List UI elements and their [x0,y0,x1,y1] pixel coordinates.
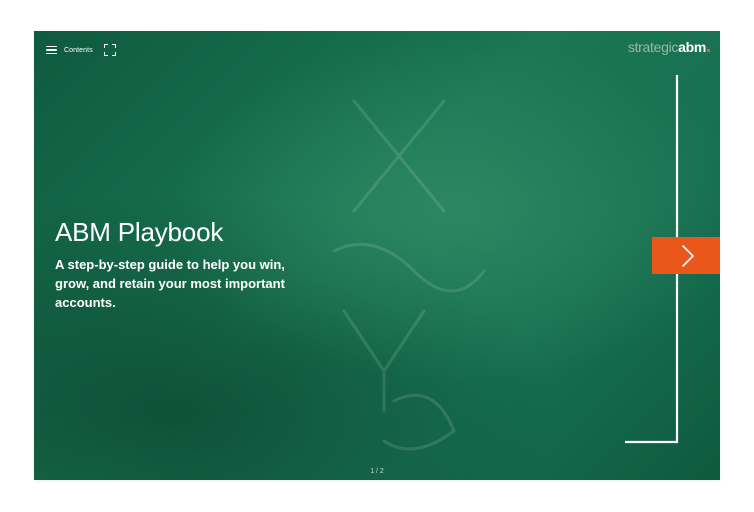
top-toolbar: Contents [46,42,116,58]
slide-stage: Contents strategic abm ABM Playbook A ste… [34,31,720,480]
chalk-scribble-decoration [332,99,486,451]
hero-section: ABM Playbook A step-by-step guide to hel… [55,217,285,312]
hamburger-menu-icon [46,45,57,55]
logo-text-strategic: strategic [627,39,679,55]
chevron-right-icon [682,244,694,267]
page-indicator: 1 / 2 [370,468,384,475]
fullscreen-icon [103,44,108,48]
fullscreen-button[interactable] [103,44,116,56]
logo-dot [707,49,710,52]
contents-label: Contents [64,46,93,54]
next-page-button[interactable] [652,237,720,274]
page-title: ABM Playbook [55,217,224,247]
page-subtitle: A step-by-step guide to help you win, gr… [55,257,285,310]
strategicabm-logo: strategic abm [628,39,710,55]
logo-text-abm: abm [678,39,706,55]
contents-menu-button[interactable]: Contents [46,45,93,55]
